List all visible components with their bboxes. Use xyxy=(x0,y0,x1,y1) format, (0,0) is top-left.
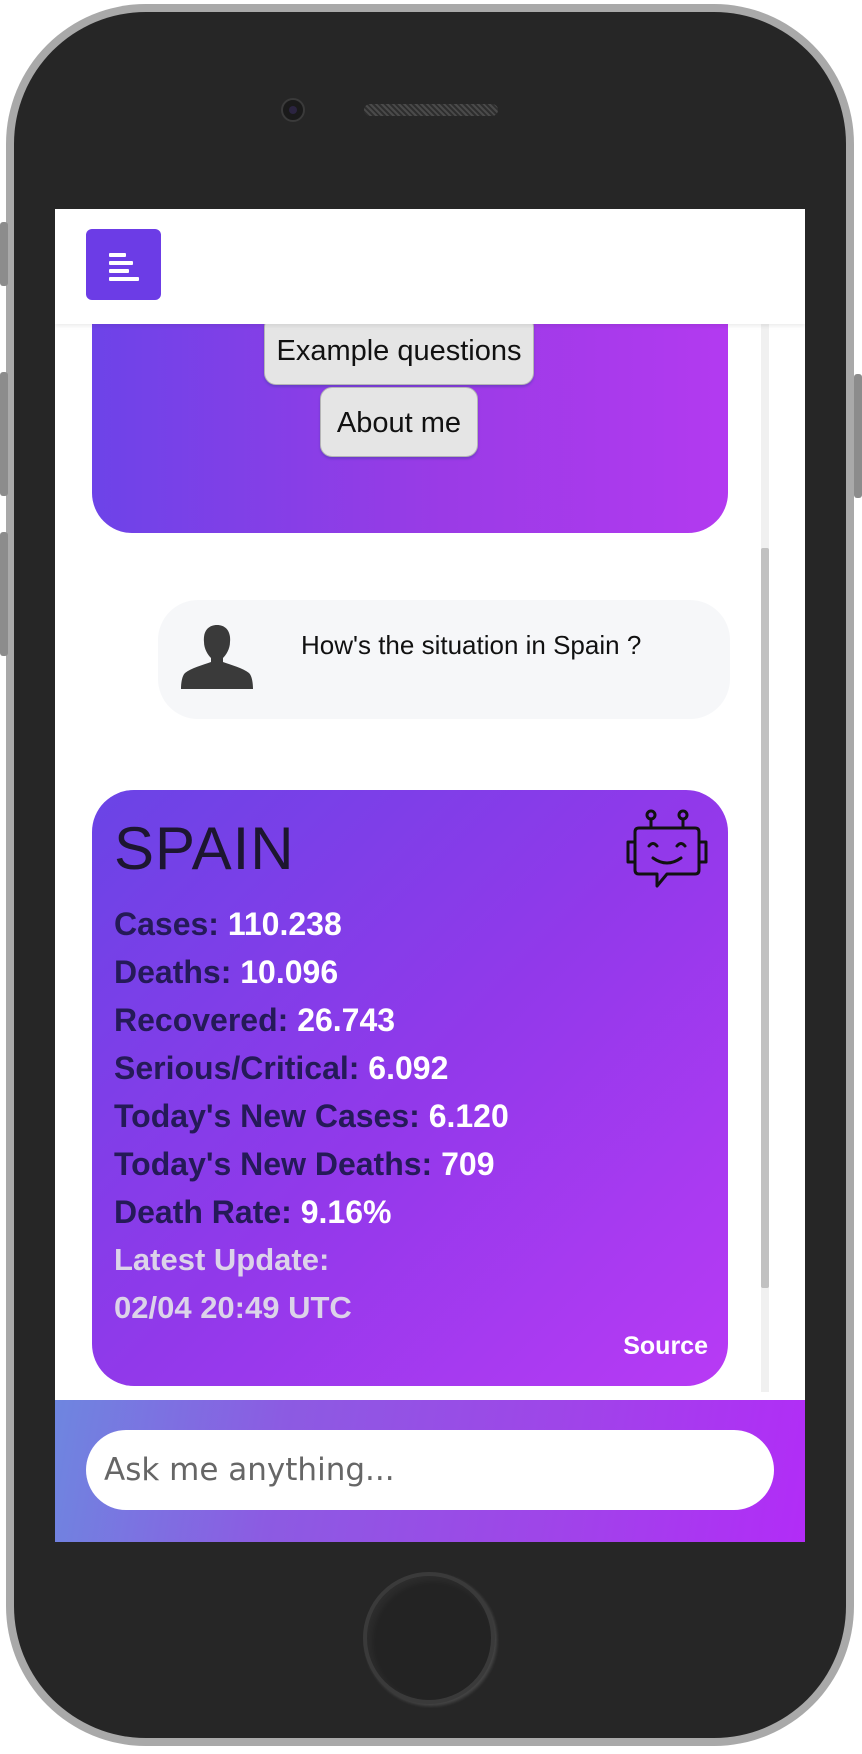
stat-value: 709 xyxy=(441,1146,495,1182)
stat-value: 9.16% xyxy=(300,1194,392,1230)
stat-value: 6.092 xyxy=(368,1050,449,1086)
stat-label: Cases: xyxy=(114,906,219,942)
robot-chat-icon xyxy=(626,809,708,888)
stat-value: 26.743 xyxy=(297,1002,396,1038)
user-message: How's the situation in Spain ? xyxy=(158,600,730,719)
front-camera xyxy=(281,98,305,122)
welcome-card: Example questions About me xyxy=(92,324,728,533)
country-name: SPAIN xyxy=(114,815,295,882)
stat-death-rate: Death Rate: 9.16% xyxy=(114,1194,391,1231)
phone-volume-up xyxy=(0,372,8,496)
message-input[interactable] xyxy=(86,1430,774,1510)
stat-label: Today's New Cases: xyxy=(114,1098,420,1134)
stat-label: Recovered: xyxy=(114,1002,289,1038)
stat-value: 6.120 xyxy=(428,1098,509,1134)
source-link[interactable]: Source xyxy=(623,1332,708,1361)
stat-value: 110.238 xyxy=(227,906,342,942)
stat-todays-new-cases: Today's New Cases: 6.120 xyxy=(114,1098,509,1135)
stat-label: Today's New Deaths: xyxy=(114,1146,433,1182)
latest-update-value: 02/04 20:49 UTC xyxy=(114,1290,352,1325)
stat-todays-new-deaths: Today's New Deaths: 709 xyxy=(114,1146,494,1183)
chat-area[interactable]: Example questions About me How's the sit… xyxy=(55,324,805,1397)
phone-volume-down xyxy=(0,532,8,656)
user-message-text: How's the situation in Spain ? xyxy=(301,630,642,660)
stat-value: 10.096 xyxy=(240,954,339,990)
top-bar xyxy=(55,209,805,324)
app-screen: Example questions About me How's the sit… xyxy=(55,209,805,1542)
latest-update-label: Latest Update: xyxy=(114,1242,330,1277)
stat-deaths: Deaths: 10.096 xyxy=(114,954,338,991)
bot-message: SPAIN Cases: 110.238 Deaths: 10.096 Reco… xyxy=(92,790,728,1386)
phone-power-button xyxy=(854,374,862,498)
example-questions-button[interactable]: Example questions xyxy=(264,324,534,385)
input-bar xyxy=(55,1400,805,1542)
earpiece-speaker xyxy=(364,104,498,116)
menu-button[interactable] xyxy=(86,229,161,300)
stat-label: Death Rate: xyxy=(114,1194,292,1230)
phone-mute-switch xyxy=(0,222,8,286)
about-me-button[interactable]: About me xyxy=(320,387,478,457)
user-silhouette-icon xyxy=(181,625,253,689)
stat-label: Deaths: xyxy=(114,954,232,990)
stat-serious-critical: Serious/Critical: 6.092 xyxy=(114,1050,448,1087)
stat-label: Serious/Critical: xyxy=(114,1050,360,1086)
scrollbar-thumb[interactable] xyxy=(761,548,769,1288)
home-button[interactable] xyxy=(363,1572,495,1704)
stat-cases: Cases: 110.238 xyxy=(114,906,342,943)
stat-recovered: Recovered: 26.743 xyxy=(114,1002,395,1039)
